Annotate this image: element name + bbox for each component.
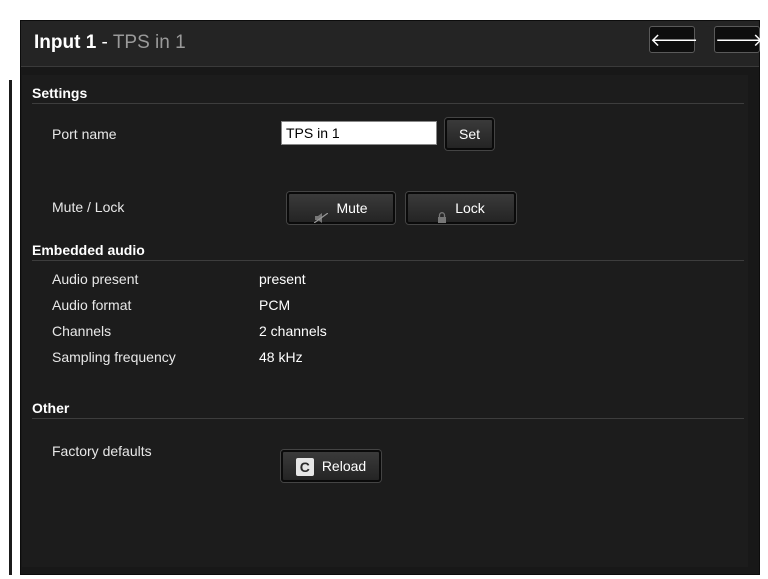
- reload-button-label: Reload: [321, 458, 367, 474]
- reload-button[interactable]: C Reload: [281, 450, 381, 482]
- audio-format-value: PCM: [259, 297, 291, 313]
- arrow-left-icon: 🡐: [650, 30, 699, 50]
- embedded-audio-divider: [32, 260, 744, 261]
- title-separator: -: [96, 32, 113, 53]
- lock-button[interactable]: Lock: [406, 192, 516, 224]
- page-title: Input 1 - TPS in 1: [34, 29, 186, 57]
- factory-defaults-label: Factory defaults: [52, 443, 152, 459]
- mute-lock-label: Mute / Lock: [52, 199, 125, 215]
- audio-present-label: Audio present: [52, 271, 139, 287]
- speaker-mute-icon: [314, 204, 329, 224]
- settings-divider: [32, 103, 744, 104]
- port-name-input[interactable]: [281, 121, 437, 145]
- set-button-label: Set: [458, 126, 480, 142]
- audio-format-label: Audio format: [52, 297, 132, 313]
- panel-header: Input 1 - TPS in 1 🡐 🡒: [21, 21, 764, 67]
- channels-value: 2 channels: [259, 323, 327, 339]
- input-name: Input 1: [34, 32, 97, 53]
- port-name-label: Port name: [52, 126, 117, 142]
- embedded-audio-section-title: Embedded audio: [32, 242, 145, 258]
- input-properties-panel: Input 1 - TPS in 1 🡐 🡒 Settings Port nam…: [20, 20, 764, 575]
- padlock-icon: [437, 204, 447, 224]
- lock-button-label: Lock: [455, 200, 485, 216]
- previous-port-button[interactable]: 🡐: [649, 26, 699, 53]
- left-edge-strip: [9, 80, 12, 575]
- channels-label: Channels: [52, 323, 112, 339]
- mute-button-label: Mute: [336, 200, 368, 216]
- mute-button[interactable]: Mute: [287, 192, 395, 224]
- reload-icon: C: [295, 458, 314, 477]
- sampling-frequency-label: Sampling frequency: [52, 349, 176, 365]
- other-section-title: Other: [32, 400, 70, 416]
- sampling-frequency-value: 48 kHz: [259, 349, 303, 365]
- arrow-right-icon: 🡒: [715, 30, 764, 50]
- other-divider: [32, 418, 744, 419]
- set-button[interactable]: Set: [445, 118, 494, 150]
- audio-present-value: present: [259, 271, 306, 287]
- next-port-button[interactable]: 🡒: [714, 26, 764, 53]
- panel-content: Settings Port name Set Mute / Lock Mute …: [22, 75, 748, 567]
- port-name-title: TPS in 1: [112, 32, 186, 53]
- settings-section-title: Settings: [32, 85, 88, 101]
